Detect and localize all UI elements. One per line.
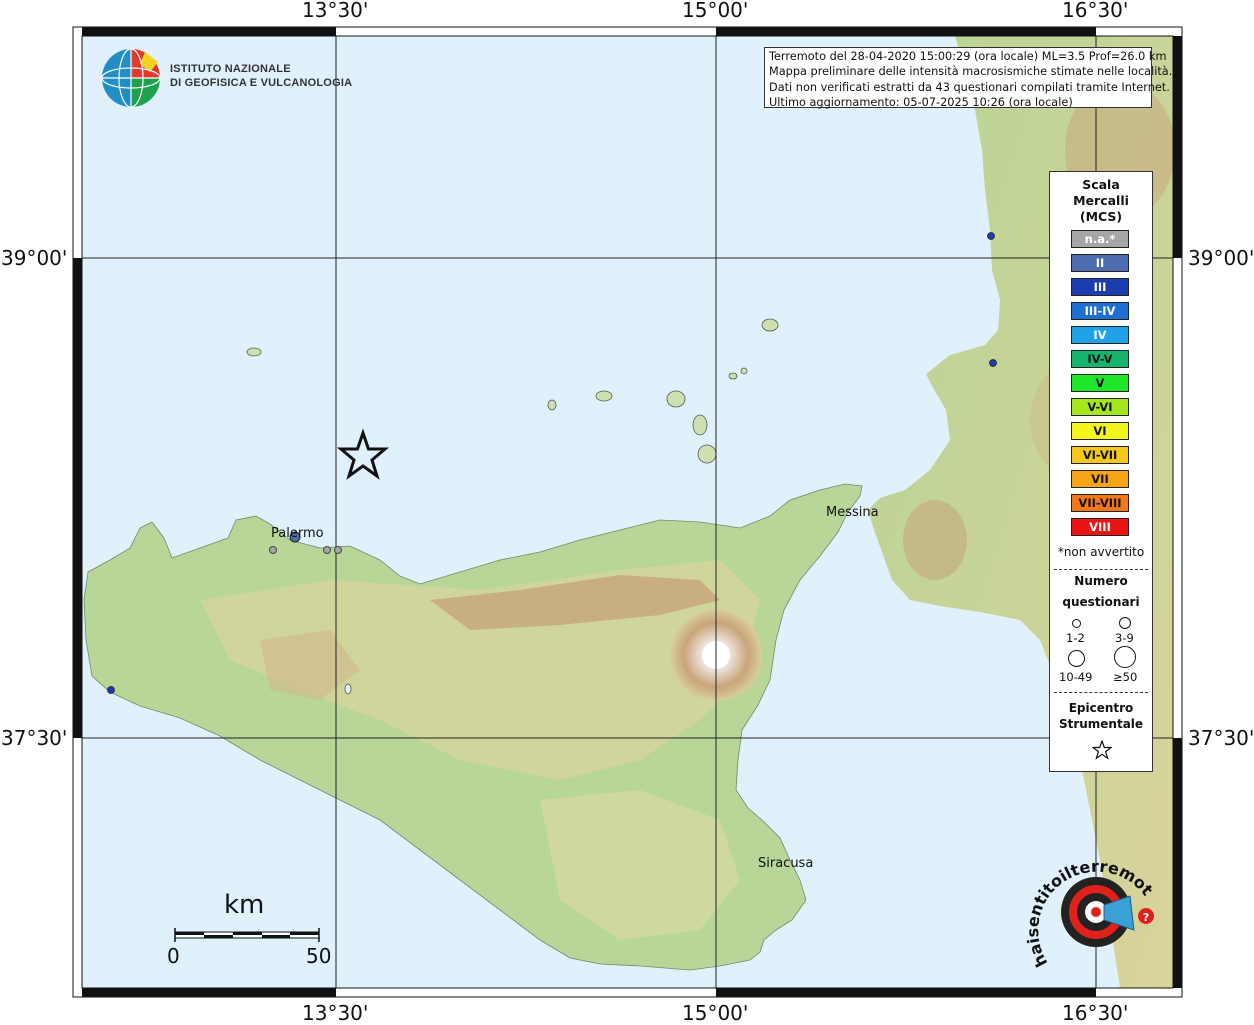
scale-unit-label: km [224, 890, 265, 920]
ingv-logo-text: ISTITUTO NAZIONALE DI GEOFISICA E VULCAN… [170, 63, 352, 90]
legend-swatch-v-vi: V-VI [1071, 398, 1129, 416]
scale-min-label: 0 [167, 944, 180, 968]
legend-swatch-iii: III [1071, 278, 1129, 296]
count-circle-3-9 [1119, 617, 1131, 629]
legend-epicenter-title2: Strumentale [1058, 717, 1144, 731]
legend-swatch-v: V [1071, 374, 1129, 392]
legend-title-line3: (MCS) [1079, 209, 1123, 224]
city-label-siracusa: Siracusa [758, 856, 814, 871]
alicudi-island [547, 399, 557, 411]
event-info-line2: Mappa preliminare delle intensità macros… [769, 65, 1173, 79]
lon-tick-bottom-1: 13°30' [302, 1001, 369, 1025]
legend-count-title1: Numero [1074, 574, 1128, 588]
legend-divider [1054, 569, 1148, 570]
event-info-line1: Terremoto del 28-04-2020 15:00:29 (ora l… [769, 50, 1167, 63]
lake [344, 683, 352, 695]
count-label-50: ≥50 [1113, 670, 1138, 684]
lat-tick-right-2: 37°30' [1188, 726, 1254, 750]
legend-title: Scala Mercalli (MCS) [1050, 177, 1152, 225]
lon-tick-top-1: 13°30' [302, 0, 369, 22]
lon-tick-bottom-2: 15°00' [682, 1001, 749, 1025]
watermark-site-text[interactable]: haisentitoilterremoto.it [1018, 838, 1168, 988]
report-marker-na [269, 546, 277, 554]
report-marker-iii [987, 232, 995, 240]
event-info-box: Terremoto del 28-04-2020 15:00:29 (ora l… [764, 47, 1173, 109]
lipari-island [692, 414, 708, 436]
legend-swatch-vii: VII [1071, 470, 1129, 488]
city-label-messina: Messina [826, 505, 879, 520]
ingv-name-line1: ISTITUTO NAZIONALE [170, 63, 291, 75]
lon-tick-top-2: 15°00' [682, 0, 749, 22]
city-label-palermo: Palermo [271, 526, 324, 541]
count-circle-10-49 [1068, 650, 1085, 667]
count-label-3-9: 3-9 [1115, 631, 1134, 645]
basiluzzo-island [740, 367, 748, 375]
legend-star-icon [1092, 740, 1112, 760]
report-marker-iii [107, 686, 115, 694]
aspromonte-relief [903, 500, 967, 580]
svg-text:haisentitoilterremoto.it: haisentitoilterremoto.it [1018, 838, 1157, 970]
report-marker-na [323, 546, 331, 554]
legend-epicenter-title1: Epicentro [1068, 701, 1134, 715]
count-circle-50 [1114, 646, 1136, 668]
filicudi-island [595, 390, 613, 402]
event-info-line3: Dati non verificati estratti da 43 quest… [769, 80, 1170, 94]
legend-swatch-iii-iv: III-IV [1071, 302, 1129, 320]
legend-swatch-vii-viii: VII-VIII [1071, 494, 1129, 512]
count-circle-1-2 [1072, 619, 1081, 628]
report-marker-na [334, 546, 342, 554]
lon-tick-bottom-3: 16°30' [1062, 1001, 1129, 1025]
ingv-name-line2: DI GEOFISICA E VULCANOLOGIA [170, 76, 353, 89]
salina-island [666, 390, 686, 408]
legend-not-felt-note: *non avvertito [1057, 545, 1145, 559]
lat-tick-left-2: 37°30' [1, 726, 68, 750]
ustica-island [246, 347, 262, 357]
legend-swatch-iv-v: IV-V [1071, 350, 1129, 368]
vulcano-island [697, 444, 717, 464]
legend-swatch-viii: VIII [1071, 518, 1129, 536]
panarea-island [728, 372, 738, 380]
ingv-globe-icon [101, 48, 161, 108]
lat-tick-right-1: 39°00' [1188, 246, 1254, 270]
watermark-site-label: haisentitoilterremoto.it [1018, 838, 1157, 970]
scale-max-label: 50 [306, 944, 332, 968]
legend-count-title2: questionari [1062, 595, 1140, 609]
report-marker-iii [989, 359, 997, 367]
legend-divider-2 [1054, 692, 1148, 693]
legend-swatch-n-a: n.a.* [1071, 230, 1129, 248]
legend-swatch-vi-vii: VI-VII [1071, 446, 1129, 464]
event-info-line4: Ultimo aggiornamento: 05-07-2025 10:26 (… [769, 95, 1073, 109]
legend-swatch-vi: VI [1071, 422, 1129, 440]
count-label-10-49: 10-49 [1059, 670, 1093, 684]
mcs-legend: Scala Mercalli (MCS) n.a.* II III III-IV IV I… [1049, 171, 1153, 772]
lat-tick-left-1: 39°00' [1, 246, 68, 270]
legend-swatch-iv: IV [1071, 326, 1129, 344]
legend-title-line2: Mercalli [1073, 193, 1129, 208]
legend-swatch-ii: II [1071, 254, 1129, 272]
legend-title-line1: Scala [1082, 177, 1120, 192]
stromboli-island [761, 318, 779, 332]
count-label-1-2: 1-2 [1066, 631, 1085, 645]
lon-tick-top-3: 16°30' [1062, 0, 1129, 22]
